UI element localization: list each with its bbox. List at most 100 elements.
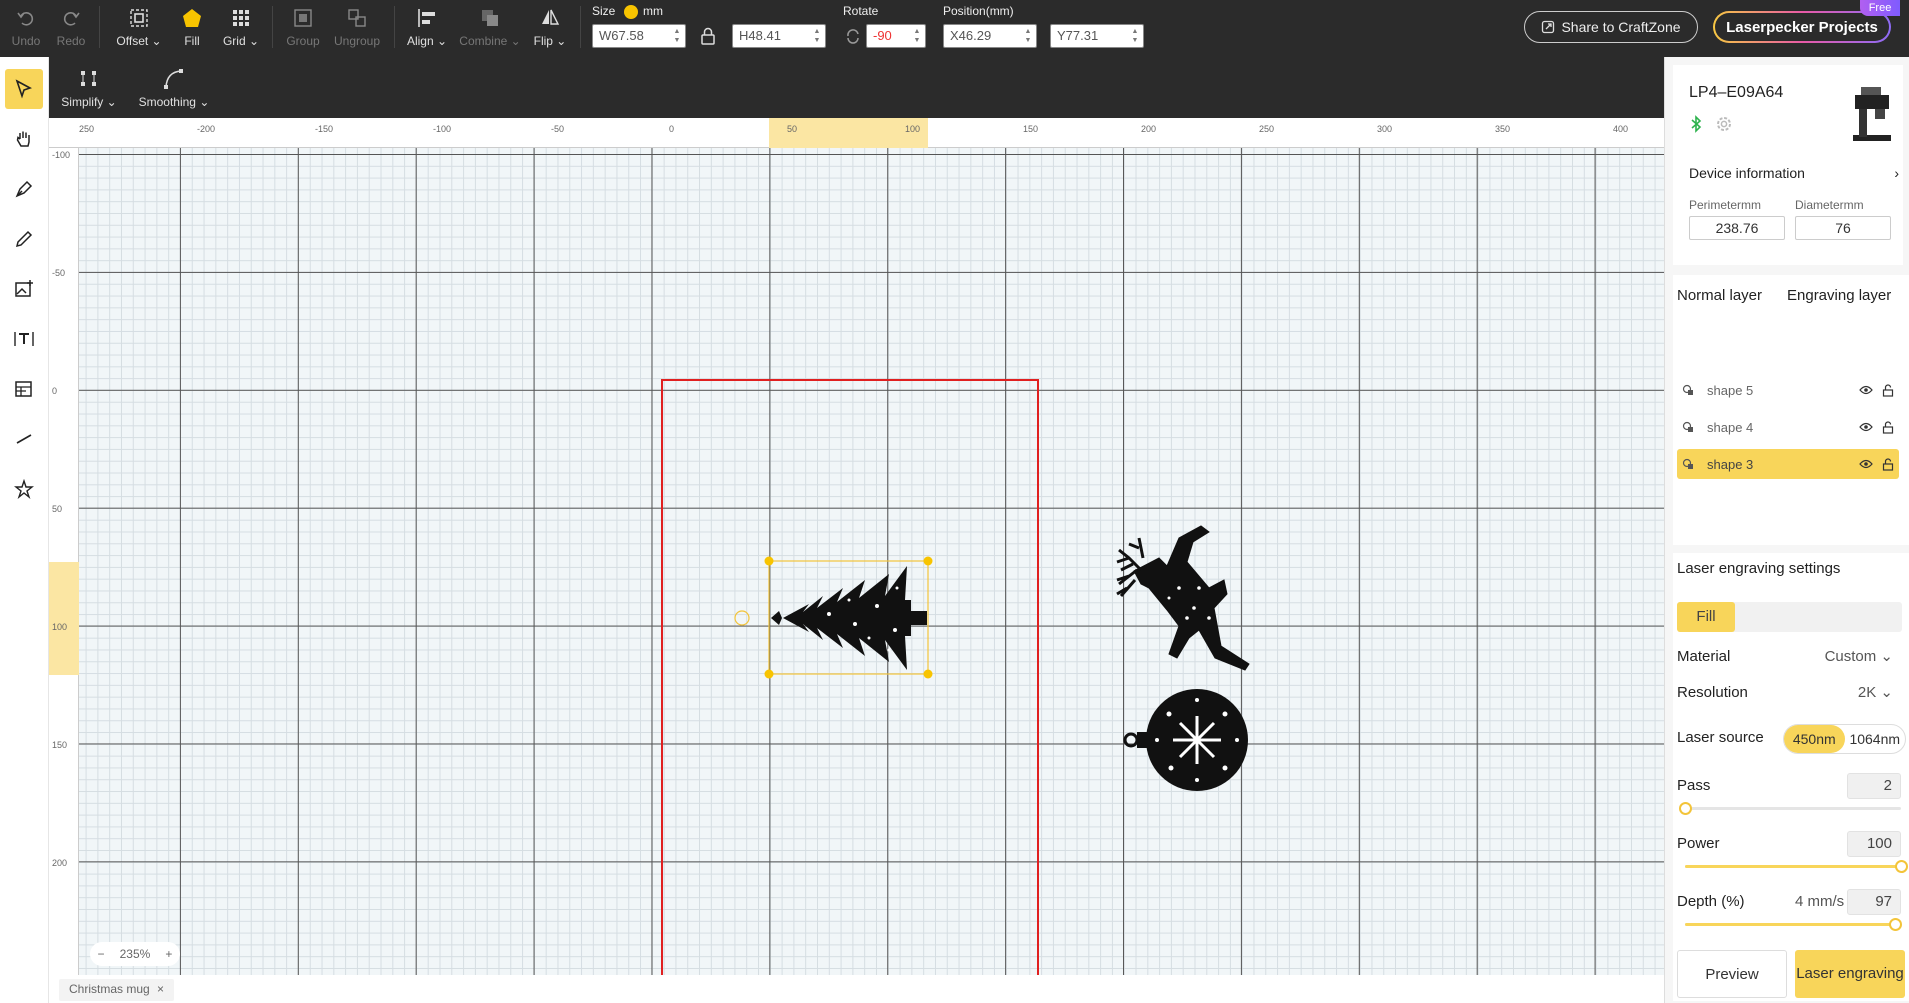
tab-normal-layer[interactable]: Normal layer — [1677, 287, 1762, 304]
layer-name: shape 4 — [1707, 419, 1754, 435]
lock-ratio-icon[interactable] — [700, 27, 716, 50]
undo-button[interactable]: Undo — [8, 4, 44, 54]
align-button[interactable]: Align ⌄ — [406, 4, 448, 54]
eye-icon[interactable] — [1855, 459, 1877, 469]
ruler-top-tick-label: 250 — [1259, 124, 1275, 134]
unlock-icon[interactable] — [1877, 420, 1899, 434]
depth-value: 97 — [1875, 893, 1892, 910]
document-tab-close[interactable]: × — [157, 982, 164, 996]
smoothing-button[interactable]: Smoothing ⌄ — [137, 65, 211, 115]
smoothing-label: Smoothing — [138, 95, 196, 109]
offset-button[interactable]: Offset ⌄ — [112, 4, 166, 54]
gear-icon[interactable] — [1715, 115, 1733, 138]
power-input[interactable]: 100 — [1847, 831, 1901, 857]
ruler-top-tick-label: 250 — [79, 124, 95, 134]
zoom-level: 235% — [119, 947, 151, 961]
position-label: Position(mm) — [943, 4, 1014, 18]
grid-button[interactable]: Grid ⌄ — [221, 4, 261, 54]
depth-input[interactable]: 97 — [1847, 889, 1901, 915]
depth-label: Depth (%) — [1677, 893, 1745, 910]
layer-row[interactable]: shape 4 — [1677, 412, 1899, 442]
layer-row[interactable]: shape 3 — [1677, 449, 1899, 479]
power-slider-handle[interactable] — [1895, 860, 1908, 873]
flip-button[interactable]: Flip ⌄ — [532, 4, 568, 54]
combine-button[interactable]: Combine ⌄ — [459, 4, 521, 54]
layer-tabs: Normal layer Engraving layer — [1665, 275, 1909, 317]
redo-button[interactable]: Redo — [53, 4, 89, 54]
height-input[interactable]: H48.41 ▲ ▼ — [732, 24, 826, 48]
line-tool[interactable] — [5, 419, 43, 459]
laser-engraving-button[interactable]: Laser engraving — [1795, 950, 1905, 998]
resolution-select[interactable]: 2K ⌄ — [1858, 683, 1893, 701]
table-tool[interactable] — [5, 369, 43, 409]
zoom-out-button[interactable]: − — [98, 947, 105, 961]
tab-engraving-layer[interactable]: Engraving layer — [1787, 287, 1891, 304]
document-tab[interactable]: Christmas mug × — [59, 979, 175, 1001]
image-tool[interactable] — [5, 269, 43, 309]
layer-row[interactable]: shape 5 — [1677, 375, 1899, 405]
text-tool[interactable] — [5, 319, 43, 359]
speed-value: 4 mm/s — [1795, 893, 1845, 910]
unlock-icon[interactable] — [1877, 457, 1899, 471]
power-slider[interactable] — [1685, 860, 1908, 873]
x-stepper[interactable]: ▲ ▼ — [1022, 27, 1034, 45]
ruler-top-tick-label: 400 — [1613, 124, 1629, 134]
fill-mode-chip[interactable]: Fill — [1677, 602, 1735, 632]
source-1064nm[interactable]: 1064nm — [1845, 725, 1906, 753]
fill-button[interactable]: Fill — [176, 4, 208, 54]
ungroup-label: Ungroup — [333, 34, 381, 48]
group-button[interactable]: Group — [283, 4, 323, 54]
diameter-input[interactable]: 76 — [1795, 216, 1891, 240]
diameter-label: Diametermm — [1795, 198, 1864, 212]
ruler-selection-highlight-v — [49, 562, 79, 675]
path-subtoolbar: Simplify ⌄ Smoothing ⌄ — [49, 57, 1664, 118]
simplify-button[interactable]: Simplify ⌄ — [59, 65, 119, 115]
projects-label: Laserpecker Projects — [1726, 18, 1878, 36]
design-canvas[interactable] — [49, 118, 1664, 975]
y-position-input[interactable]: Y77.31 ▲ ▼ — [1050, 24, 1144, 48]
pen-tool[interactable] — [5, 169, 43, 209]
zoom-control: − 235% + — [90, 942, 180, 966]
hand-tool[interactable] — [5, 119, 43, 159]
preview-button[interactable]: Preview — [1677, 950, 1787, 998]
zoom-in-button[interactable]: + — [165, 947, 172, 961]
work-area-outline — [661, 379, 1039, 975]
ungroup-button[interactable]: Ungroup — [331, 4, 383, 54]
christmas-tree-shape — [771, 566, 927, 670]
pass-input[interactable]: 2 — [1847, 773, 1901, 799]
pass-slider[interactable] — [1679, 802, 1901, 815]
depth-slider[interactable] — [1685, 918, 1902, 931]
shapes-tool[interactable] — [5, 469, 43, 509]
height-stepper[interactable]: ▲ ▼ — [811, 27, 823, 45]
offset-label: Offset — [116, 34, 149, 48]
device-name: LP4–E09A64 — [1689, 84, 1784, 101]
pass-slider-handle[interactable] — [1679, 802, 1692, 815]
width-input[interactable]: W67.58 ▲ ▼ — [592, 24, 686, 48]
undo-label: Undo — [11, 34, 41, 48]
share-craftzone-button[interactable]: Share to CraftZone — [1524, 11, 1698, 43]
x-position-input[interactable]: X46.29 ▲ ▼ — [943, 24, 1037, 48]
unlock-icon[interactable] — [1877, 383, 1899, 397]
eye-icon[interactable] — [1855, 385, 1877, 395]
perimeter-input[interactable]: 238.76 — [1689, 216, 1785, 240]
unit-toggle-icon[interactable] — [624, 5, 638, 19]
y-stepper[interactable]: ▲ ▼ — [1129, 27, 1141, 45]
select-tool[interactable] — [5, 69, 43, 109]
ruler-top-tick-label: 0 — [669, 124, 675, 134]
document-tabs: Christmas mug × — [49, 975, 1664, 1003]
rotate-input[interactable]: -90 ▲ ▼ — [866, 24, 926, 48]
material-select[interactable]: Custom ⌄ — [1825, 647, 1893, 665]
device-information-link[interactable]: Device information › — [1689, 165, 1899, 181]
free-badge: Free — [1860, 0, 1900, 16]
laserpecker-projects-button[interactable]: Laserpecker Projects — [1713, 11, 1891, 43]
pencil-tool[interactable] — [5, 219, 43, 259]
width-stepper[interactable]: ▲ ▼ — [671, 27, 683, 45]
material-value: Custom — [1824, 648, 1877, 665]
depth-slider-handle[interactable] — [1889, 918, 1902, 931]
rotate-stepper[interactable]: ▲ ▼ — [911, 27, 923, 45]
source-450nm[interactable]: 450nm — [1784, 725, 1845, 753]
laser-source-toggle: 450nm 1064nm — [1783, 724, 1906, 754]
pass-value: 2 — [1883, 777, 1892, 794]
width-value: W67.58 — [599, 28, 644, 43]
eye-icon[interactable] — [1855, 422, 1877, 432]
